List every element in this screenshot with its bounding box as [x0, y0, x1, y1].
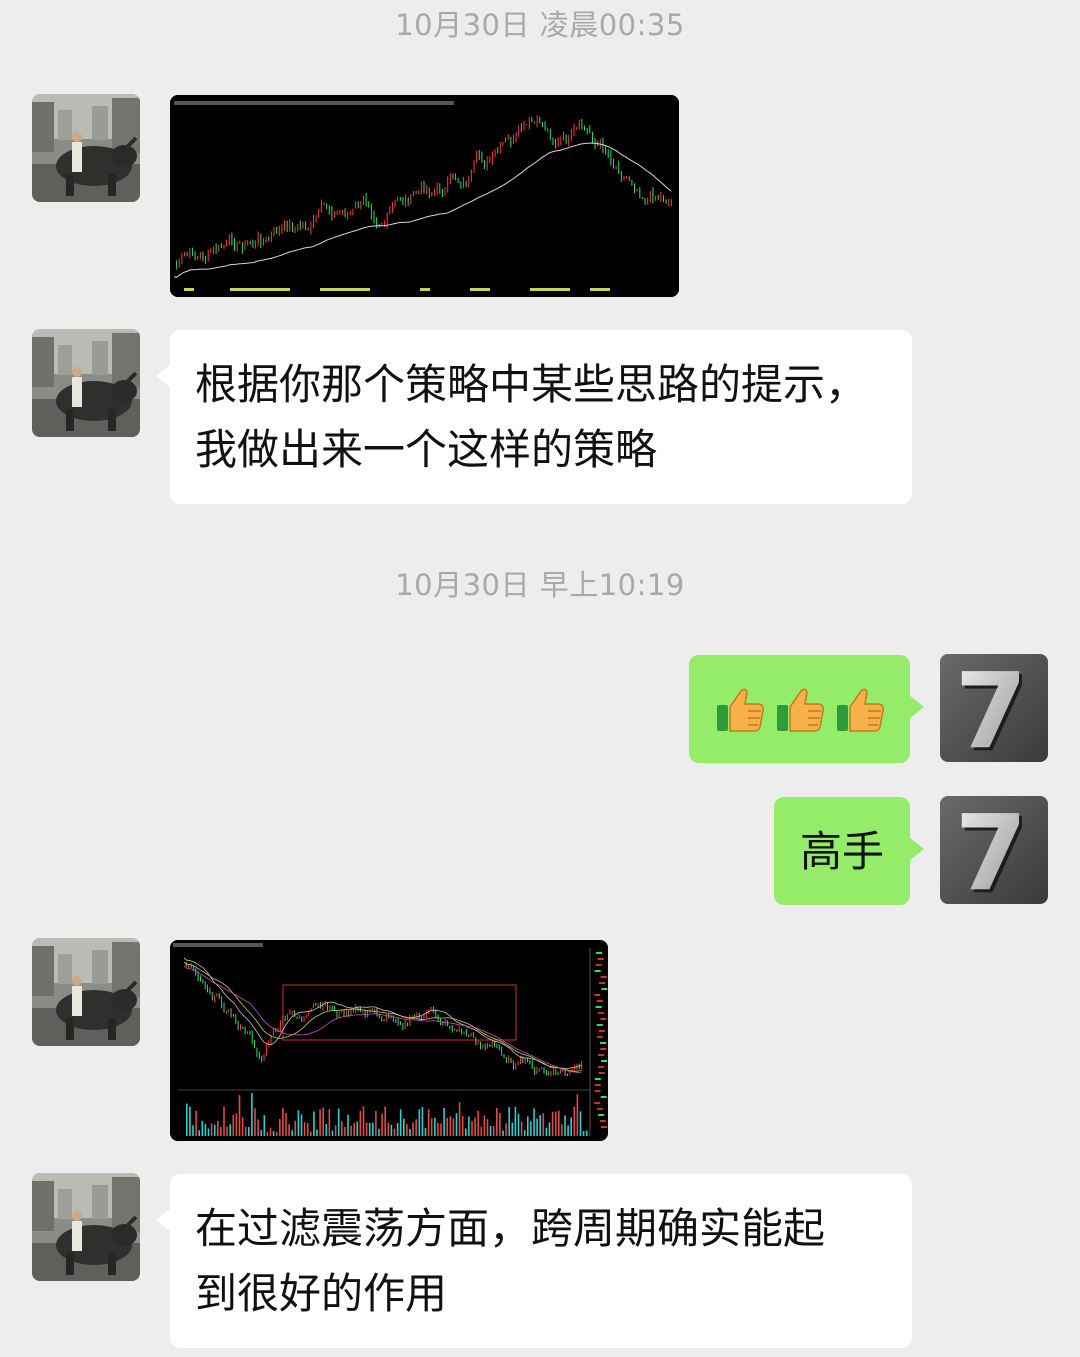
thumbs-up-icon [716, 688, 764, 732]
text-message-bubble[interactable]: 高手 [774, 797, 924, 905]
message-text-line: 到很好的作用 [195, 1269, 448, 1318]
contact-avatar[interactable] [32, 938, 140, 1046]
text-message-bubble[interactable]: 根据你那个策略中某些思路的提示， 我做出来一个这样的策略 [156, 330, 912, 504]
number-seven-icon: 7 7 [940, 796, 1048, 904]
timestamp-1: 10月30日 凌晨00:35 [395, 8, 685, 42]
bull-statue-icon [32, 938, 140, 1046]
chart-image-message[interactable] [170, 940, 608, 1141]
trading-range-chart-image [170, 940, 608, 1141]
number-seven-icon: 7 7 [940, 654, 1048, 762]
contact-avatar[interactable] [32, 329, 140, 437]
message-text-line: 我做出来一个这样的策略 [195, 425, 658, 474]
bull-statue-icon [32, 94, 140, 202]
bull-statue-icon [32, 329, 140, 437]
message-text-line: 根据你那个策略中某些思路的提示， [195, 360, 868, 409]
timestamp-2: 10月30日 早上10:19 [395, 568, 685, 602]
text-message-bubble[interactable]: 在过滤震荡方面，跨周期确实能起 到很好的作用 [156, 1174, 912, 1348]
svg-text:7: 7 [955, 654, 1027, 762]
thumbs-up-icon [776, 688, 824, 732]
chart-image-message[interactable] [170, 95, 679, 297]
thumbs-up-icon [836, 688, 884, 732]
contact-avatar[interactable] [32, 94, 140, 202]
svg-text:7: 7 [955, 796, 1027, 904]
my-avatar[interactable]: 7 7 [940, 654, 1048, 762]
my-avatar[interactable]: 7 7 [940, 796, 1048, 904]
message-text-line: 在过滤震荡方面，跨周期确实能起 [195, 1204, 826, 1253]
contact-avatar[interactable] [32, 1173, 140, 1281]
bull-statue-icon [32, 1173, 140, 1281]
message-text: 高手 [800, 827, 885, 876]
candlestick-chart-image [170, 95, 679, 297]
emoji-message-bubble[interactable] [689, 655, 924, 763]
